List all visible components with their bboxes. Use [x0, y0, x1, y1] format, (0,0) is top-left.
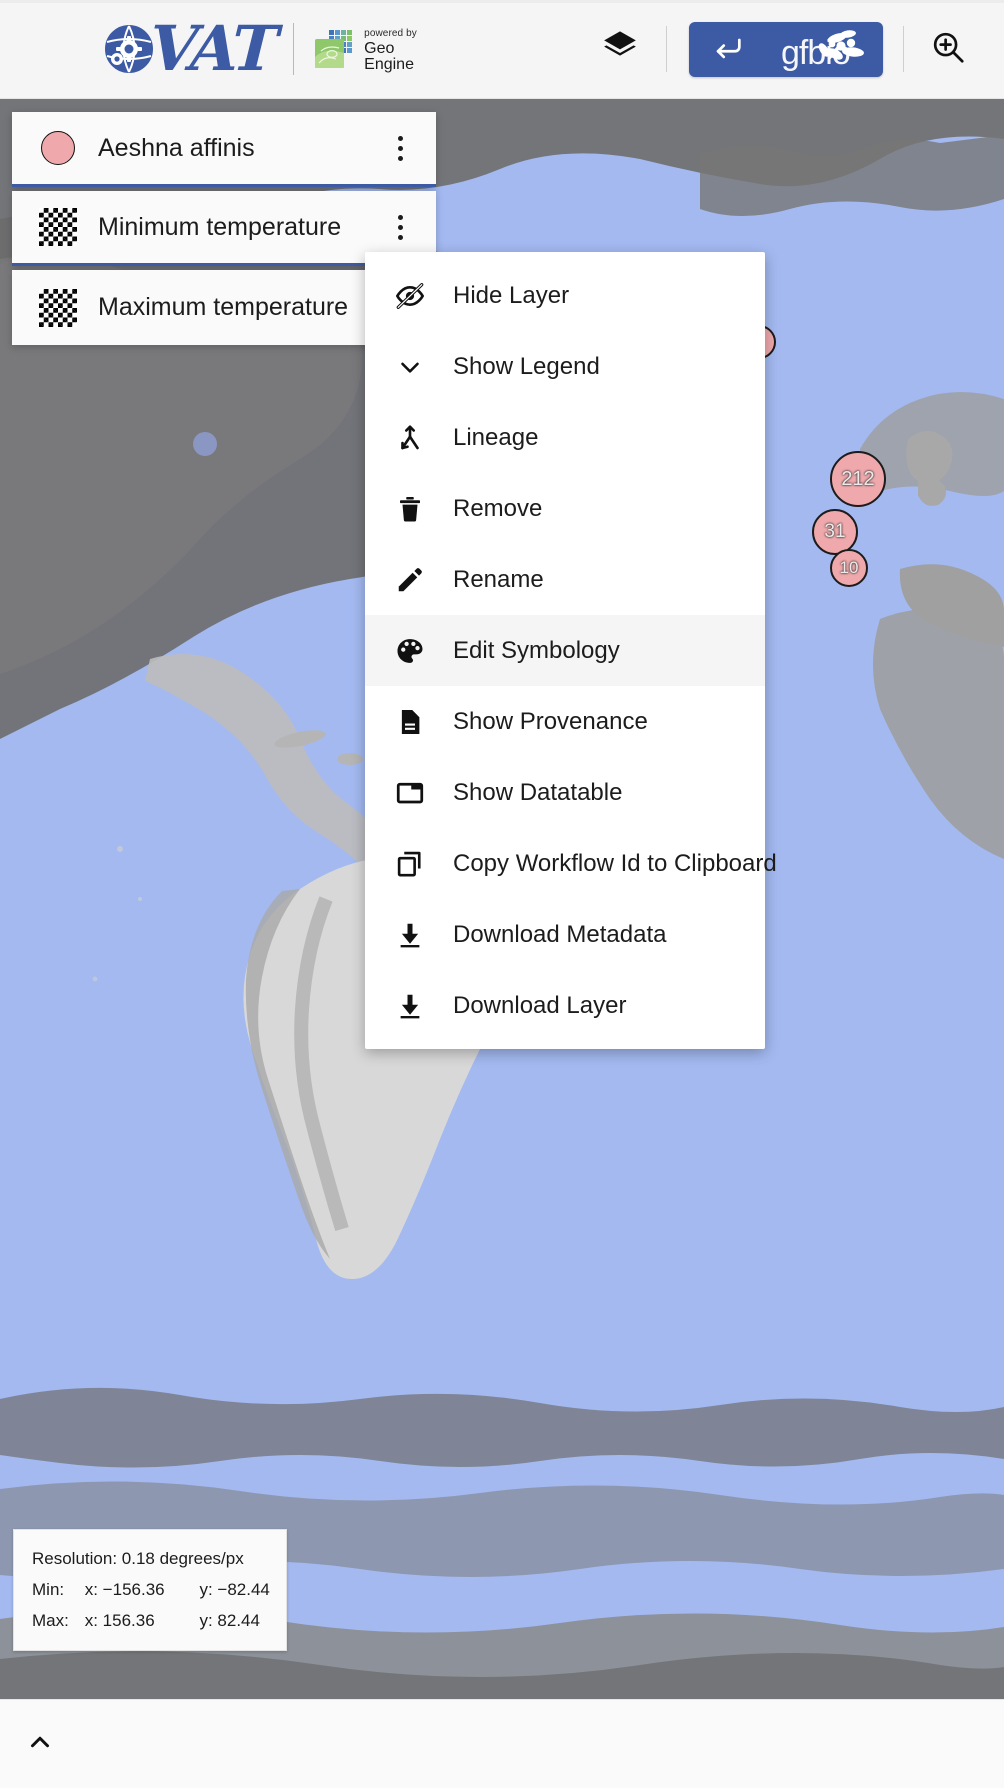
menu-item-label: Copy Workflow Id to Clipboard: [453, 849, 777, 877]
more-vertical-icon[interactable]: [382, 126, 418, 170]
menu-item-download-metadata[interactable]: Download Metadata: [365, 899, 765, 970]
menu-item-label: Edit Symbology: [453, 636, 620, 664]
chevron-up-icon: [25, 1727, 55, 1762]
application-window: VAT powered by Geo Engine gfbio 212 31 1…: [0, 0, 1004, 1788]
menu-item-remove[interactable]: Remove: [365, 473, 765, 544]
eye-off-icon: [389, 280, 431, 312]
header-divider-1: [293, 23, 295, 75]
menu-item-label: Rename: [453, 565, 544, 593]
min-x-value: x: −156.36: [84, 1580, 165, 1599]
layer-name: Maximum temperature: [98, 293, 349, 321]
menu-item-label: Show Datatable: [453, 778, 623, 806]
geo-engine-logo[interactable]: powered by Geo Engine: [312, 24, 417, 74]
document-icon: [389, 707, 431, 737]
menu-item-rename[interactable]: Rename: [365, 544, 765, 615]
layers-stack-icon: [600, 27, 640, 72]
menu-item-edit-symbology[interactable]: Edit Symbology: [365, 615, 765, 686]
menu-item-show-legend[interactable]: Show Legend: [365, 331, 765, 402]
vat-wordmark: VAT: [148, 12, 278, 85]
menu-item-show-datatable[interactable]: Show Datatable: [365, 757, 765, 828]
geo-engine-logo-icon: [312, 27, 356, 71]
app-header: VAT powered by Geo Engine gfbio: [0, 0, 1004, 99]
palette-icon: [389, 636, 431, 666]
zoom-in-magnifier-icon: [929, 28, 967, 71]
menu-item-hide-layer[interactable]: Hide Layer: [365, 260, 765, 331]
gfbio-button[interactable]: gfbio: [689, 21, 883, 77]
max-extent-row: Max: x: 156.36 y: 82.44: [32, 1605, 270, 1636]
menu-item-label: Hide Layer: [453, 281, 570, 309]
cluster-marker[interactable]: 10: [830, 549, 868, 587]
checkerboard-raster-symbol: [38, 207, 78, 247]
header-divider-2: [666, 26, 667, 72]
lineage-merge-icon: [389, 423, 431, 453]
engine-name-line-1: Geo: [364, 39, 395, 57]
menu-item-label: Show Legend: [453, 352, 600, 380]
cluster-count: 10: [839, 558, 859, 577]
cluster-count: 212: [841, 467, 875, 490]
engine-name-line-2: Engine: [364, 56, 414, 74]
menu-item-label: Lineage: [453, 423, 539, 451]
pencil-icon: [389, 565, 431, 595]
download-icon: [389, 920, 431, 950]
max-x-value: x: 156.36: [84, 1611, 155, 1630]
layer-name: Aeshna affinis: [98, 133, 255, 162]
back-arrow-icon: [711, 30, 745, 69]
max-label: Max:: [32, 1611, 69, 1630]
menu-item-copy-workflow-id[interactable]: Copy Workflow Id to Clipboard: [365, 828, 777, 899]
circle-point-symbol: [38, 128, 78, 168]
download-icon: [389, 991, 431, 1021]
layer-list-item-aeshna-affinis[interactable]: Aeshna affinis: [12, 112, 436, 187]
more-vertical-icon[interactable]: [382, 205, 418, 249]
globe-gear-icon: [104, 24, 154, 74]
menu-item-show-provenance[interactable]: Show Provenance: [365, 686, 765, 757]
menu-item-download-layer[interactable]: Download Layer: [365, 970, 765, 1041]
bottom-toolbar: [0, 1699, 1004, 1788]
min-y-value: y: −82.44: [199, 1580, 270, 1599]
menu-item-label: Download Metadata: [453, 920, 667, 948]
map-extent-info: Resolution: 0.18 degrees/px Min: x: −156…: [13, 1529, 287, 1651]
geo-engine-text: powered by Geo Engine: [364, 24, 417, 74]
layer-context-menu: Hide Layer Show Legend Lineage Remove Re…: [365, 252, 777, 1049]
layer-name: Minimum temperature: [98, 212, 342, 241]
cluster-count: 31: [824, 521, 846, 542]
min-extent-row: Min: x: −156.36 y: −82.44: [32, 1574, 270, 1605]
trash-icon: [389, 494, 431, 524]
chevron-down-icon: [389, 352, 431, 382]
menu-item-label: Remove: [453, 494, 543, 522]
layers-toggle-button[interactable]: [596, 25, 644, 73]
menu-item-label: Download Layer: [453, 991, 627, 1019]
vat-logo[interactable]: VAT: [104, 12, 278, 85]
zoom-in-button[interactable]: [924, 25, 972, 73]
min-label: Min:: [32, 1580, 65, 1599]
cluster-marker[interactable]: 212: [830, 451, 886, 507]
copy-icon: [389, 849, 431, 879]
powered-by-label: powered by: [364, 27, 417, 39]
table-window-icon: [389, 778, 431, 808]
menu-item-lineage[interactable]: Lineage: [365, 402, 765, 473]
header-divider-3: [903, 26, 904, 72]
checkerboard-raster-symbol: [38, 288, 78, 328]
max-y-value: y: 82.44: [199, 1611, 260, 1630]
menu-item-label: Show Provenance: [453, 707, 648, 735]
expand-panel-button[interactable]: [10, 1714, 70, 1774]
cluster-marker[interactable]: 31: [812, 509, 858, 555]
resolution-line: Resolution: 0.18 degrees/px: [32, 1549, 244, 1568]
gfbio-leaf-icon: [777, 26, 877, 74]
header-top-line: [0, 0, 1004, 3]
